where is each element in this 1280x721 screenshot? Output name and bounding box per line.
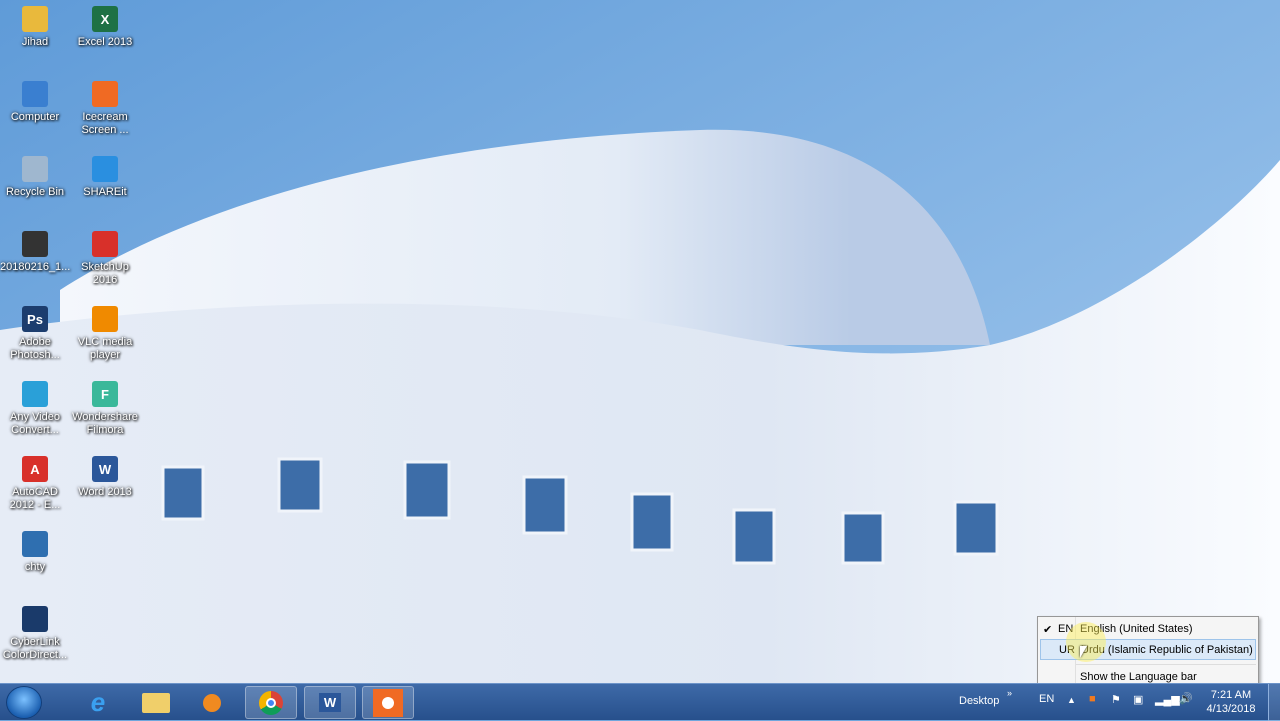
vlc-icon <box>92 306 118 332</box>
desktop-icon[interactable]: Computer <box>0 79 70 124</box>
icecream-icon <box>92 81 118 107</box>
file-explorer-icon[interactable] <box>130 686 182 719</box>
internet-explorer-icon[interactable]: e <box>72 686 124 719</box>
recycle-bin-icon <box>22 156 48 182</box>
filmora-icon: F <box>92 381 118 407</box>
folder-icon <box>22 6 48 32</box>
word-icon: W <box>92 456 118 482</box>
chrome-icon[interactable] <box>245 686 297 719</box>
desktop-icon-label: chty <box>24 561 46 573</box>
desktop-icon-label: 20180216_1... <box>0 261 71 273</box>
desktop-icon[interactable]: Recycle Bin <box>0 154 70 199</box>
computer-icon <box>22 81 48 107</box>
action-center-icon[interactable]: ⚑ <box>1111 693 1121 706</box>
volume-icon[interactable]: 🔊 <box>1179 692 1193 705</box>
desktop-icon[interactable]: SHAREit <box>70 154 140 199</box>
desktop-icon[interactable]: VLC media player <box>70 304 140 362</box>
desktop-icon-label: Excel 2013 <box>77 36 133 48</box>
excel-icon: X <box>92 6 118 32</box>
desktop-icon[interactable]: 20180216_1... <box>0 229 70 274</box>
show-desktop-button[interactable] <box>1268 684 1280 721</box>
icecream-recorder-icon[interactable] <box>362 686 414 719</box>
show-hidden-icons[interactable]: ▲ <box>1067 695 1076 705</box>
clock[interactable]: 7:21 AM 4/13/2018 <box>1203 688 1259 716</box>
desktop-icon-label: SHAREit <box>83 186 127 198</box>
word-icon[interactable]: W <box>304 686 356 719</box>
desktop-icon-label: Wondershare Filmora <box>72 411 138 436</box>
check-icon: ✔ <box>1043 623 1053 636</box>
power-icon[interactable]: ▣ <box>1133 693 1143 706</box>
desktop-icon-label: Computer <box>10 111 60 123</box>
chevron-right-icon[interactable]: » <box>1007 688 1012 698</box>
mouse-cursor-icon <box>1080 646 1087 658</box>
sketchup-icon <box>92 231 118 257</box>
desktop-icon[interactable]: A AutoCAD 2012 - E... <box>0 454 70 512</box>
desktop-icon[interactable]: chty <box>0 529 70 574</box>
photo-icon <box>22 231 48 257</box>
avast-icon[interactable]: ■ <box>1089 693 1096 705</box>
desktop-icon-label: Jihad <box>21 36 49 48</box>
desktop-toolbar[interactable]: Desktop <box>959 695 999 707</box>
desktop-icon-label: SketchUp 2016 <box>81 261 129 286</box>
network-icon[interactable]: ▂▄▆ <box>1155 693 1180 706</box>
desktop-icon-label: CyberLink ColorDirect... <box>2 636 68 661</box>
media-player-icon[interactable] <box>186 686 238 719</box>
desktop-icon-label: AutoCAD 2012 - E... <box>9 486 61 511</box>
shareit-icon <box>92 156 118 182</box>
wallpaper <box>0 0 1280 720</box>
desktop-icon[interactable]: X Excel 2013 <box>70 4 140 49</box>
desktop-icon[interactable]: Icecream Screen ... <box>70 79 140 137</box>
desktop-icon-label: Icecream Screen ... <box>81 111 129 136</box>
autocad-icon: A <box>22 456 48 482</box>
desktop-icon[interactable]: Ps Adobe Photosh... <box>0 304 70 362</box>
cyberlink-icon <box>22 606 48 632</box>
desktop-icon[interactable]: SketchUp 2016 <box>70 229 140 287</box>
desktop-icon-label: Adobe Photosh... <box>10 336 60 361</box>
start-button[interactable] <box>6 686 42 719</box>
image-icon <box>22 531 48 557</box>
desktop-icon-label: Recycle Bin <box>5 186 65 198</box>
desktop-icon[interactable]: Jihad <box>0 4 70 49</box>
language-indicator[interactable]: EN <box>1039 693 1054 705</box>
desktop-icon-label: VLC media player <box>77 336 133 361</box>
desktop-icon[interactable]: F Wondershare Filmora <box>70 379 140 437</box>
desktop-icon[interactable]: Any Video Convert... <box>0 379 70 437</box>
desktop-icon-label: Any Video Convert... <box>10 411 60 436</box>
taskbar: e W Desktop » EN ▲ ■ ⚑ ▣ ▂▄▆ 🔊 7:21 AM 4/… <box>0 683 1280 721</box>
desktop-icon-label: Word 2013 <box>78 486 132 498</box>
desktop-icon[interactable]: CyberLink ColorDirect... <box>0 604 70 662</box>
video-converter-icon <box>22 381 48 407</box>
desktop-icon[interactable]: W Word 2013 <box>70 454 140 499</box>
photoshop-icon: Ps <box>22 306 48 332</box>
